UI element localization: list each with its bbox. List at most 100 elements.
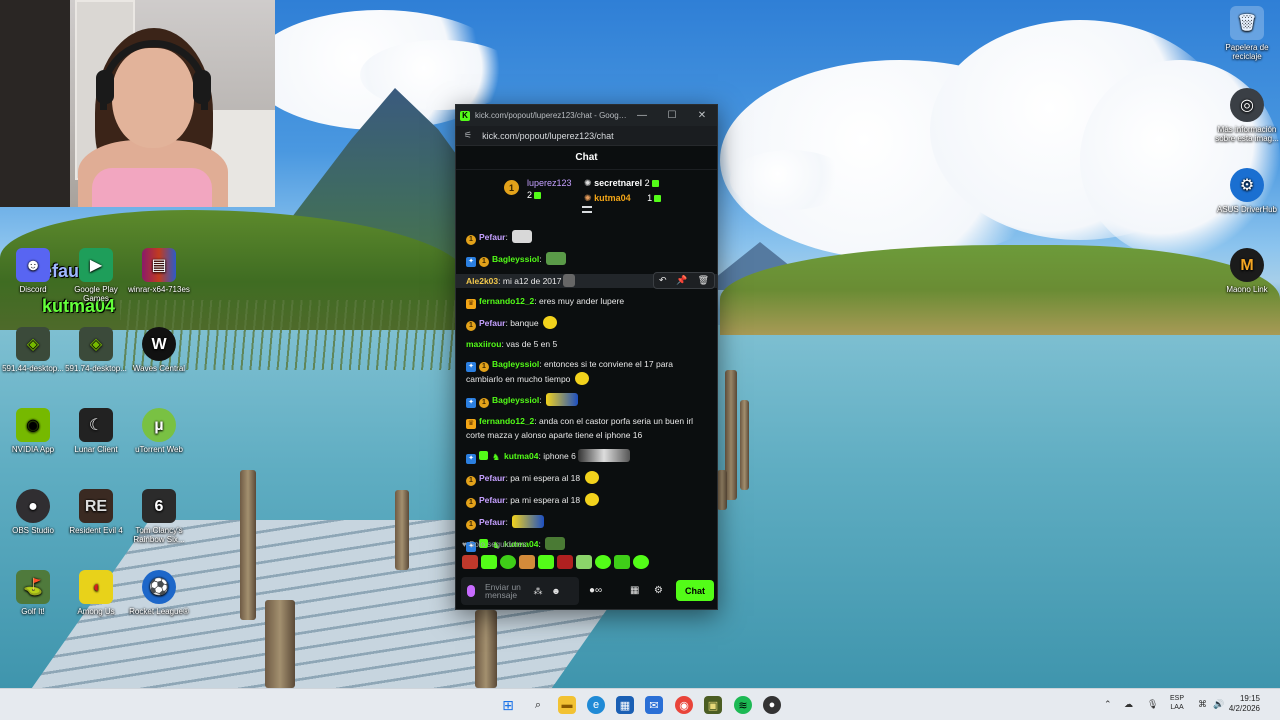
emote-icon	[512, 515, 545, 528]
emote-icon[interactable]	[557, 555, 573, 569]
chat-input[interactable]: Enviar un mensaje ⁂ ☻	[461, 577, 579, 605]
pin-icon[interactable]: 📌	[676, 274, 687, 287]
address-bar[interactable]: ⚟ kick.com/popout/luperez123/chat	[456, 126, 717, 146]
bot-icon: ✺	[584, 193, 592, 203]
emote-icon	[563, 274, 576, 287]
desktop-icon-lunar-client[interactable]: ☾ Lunar Client	[63, 408, 129, 454]
emote-icon[interactable]	[519, 555, 535, 569]
tray-mic-icon[interactable]: 🎙	[1147, 699, 1158, 710]
desktop-icon-nvidia-driver-2[interactable]: ◈ 591.74-desktop...	[63, 327, 129, 373]
emote-icon[interactable]	[595, 555, 611, 569]
sub-badge-icon: 1	[466, 520, 476, 530]
edge-icon[interactable]: e	[587, 696, 605, 714]
chat-input-bar: Enviar un mensaje ⁂ ☻ ●∞ ▦ ⚙ Chat	[456, 575, 717, 607]
desktop-icon-learn-more[interactable]: ◎ Más información sobre esta imag...	[1214, 88, 1280, 143]
maximize-icon[interactable]: ☐	[657, 110, 687, 121]
verified-badge-icon: ✦	[466, 257, 476, 267]
chat-popout-window[interactable]: K kick.com/popout/luperez123/chat - Goog…	[455, 104, 718, 610]
desktop-icon-nvidia-driver-1[interactable]: ◈ 591.44-desktop...	[0, 327, 66, 373]
reply-icon[interactable]: ↶	[659, 274, 667, 287]
desktop-icon-winrar[interactable]: ▤ winrar-x64-713es	[126, 248, 192, 294]
desktop-icon-google-play-games[interactable]: ▶ Google Play Games	[63, 248, 129, 303]
desktop-icon-maono-link[interactable]: M Maono Link	[1214, 248, 1280, 294]
emote-icon[interactable]	[538, 555, 554, 569]
gift-leaderboard: 1 luperez123 2 ✺ secretnarel 2 ✺ kutma04…	[456, 170, 717, 214]
emoji-icon[interactable]: ☻	[547, 586, 565, 596]
winrar-icon: ▤	[142, 248, 176, 282]
message-actions: ↶ 📌 🗑	[653, 272, 715, 289]
desktop-icon-nvidia-app[interactable]: ◉ NVIDIA App	[0, 408, 66, 454]
rank-badge-icon: 1	[504, 180, 519, 195]
desktop-icon-rainbow-six[interactable]: 6 Tom Clancy's Rainbow Six...	[126, 489, 192, 544]
resident-evil-icon: RE	[79, 489, 113, 523]
emote-icon	[574, 372, 589, 385]
google-play-games-icon: ▶	[79, 248, 113, 282]
chrome-icon[interactable]: ◉	[675, 696, 693, 714]
language-indicator[interactable]: ESP LAA	[1170, 694, 1184, 712]
chat-message: ♛ fernando12_2: eres muy ander lupere	[466, 296, 625, 309]
leader-name: luperez123	[527, 178, 572, 188]
desktop-icon-waves-central[interactable]: W Waves Central	[126, 327, 192, 373]
emote-icon[interactable]	[633, 555, 649, 569]
outlook-icon[interactable]: ✉	[645, 696, 663, 714]
leader-1[interactable]: 1	[504, 180, 519, 195]
gift-icon	[654, 195, 662, 203]
close-icon[interactable]: ✕	[687, 110, 717, 121]
search-icon[interactable]: ⌕	[529, 696, 547, 714]
tray-cloud-icon[interactable]: ☁	[1124, 699, 1133, 710]
network-icon[interactable]: ⌘	[1198, 699, 1207, 710]
clock[interactable]: 19:15 4/2/2026	[1229, 694, 1260, 714]
store-app-icon[interactable]: ▦	[616, 696, 634, 714]
expand-handle-icon[interactable]	[582, 206, 592, 213]
tray-expand-icon[interactable]: ⌃	[1104, 699, 1112, 710]
mic-icon[interactable]	[467, 585, 475, 597]
spotify-icon[interactable]: ≋	[734, 696, 752, 714]
emote-icon[interactable]	[462, 555, 478, 569]
leader-3-info[interactable]: ✺ kutma04 1	[584, 192, 662, 204]
nvidia-installer-icon: ◈	[79, 327, 113, 361]
emote-icon[interactable]	[576, 555, 592, 569]
send-chat-button[interactable]: Chat	[676, 580, 714, 601]
chat-message: 1 Pefaur: banque	[466, 316, 711, 331]
desktop-icon-obs[interactable]: ● OBS Studio	[0, 489, 66, 535]
verified-badge-icon: ✦	[466, 362, 476, 372]
window-titlebar[interactable]: K kick.com/popout/luperez123/chat - Goog…	[456, 105, 717, 126]
site-settings-icon[interactable]: ⚟	[464, 130, 472, 141]
desktop-icon-resident-evil[interactable]: RE Resident Evil 4	[63, 489, 129, 535]
settings-icon[interactable]: ⚙	[654, 585, 663, 596]
file-explorer-icon[interactable]: ▬	[558, 696, 576, 714]
points-icon[interactable]: ●∞	[589, 585, 602, 596]
store-icon[interactable]: ▦	[630, 585, 639, 596]
chat-message: 1 Pefaur:	[466, 230, 711, 245]
chat-message: ✦ 1 Bagleyssiol:	[466, 252, 711, 267]
window-title: kick.com/popout/luperez123/chat - Googl.…	[475, 111, 627, 120]
bot-badge-icon: ♞	[491, 452, 501, 462]
webcam-overlay	[0, 0, 275, 207]
gift-badge-icon	[479, 451, 488, 460]
bot-icon: ✺	[584, 178, 592, 188]
obs-taskbar-icon[interactable]: ●	[763, 696, 781, 714]
leader-2-info[interactable]: ✺ secretnarel 2	[584, 177, 659, 189]
chat-message: ✦ 1 Bagleyssiol: entonces si te conviene e…	[466, 359, 673, 385]
among-us-icon: ◖	[79, 570, 113, 604]
emote-icon[interactable]	[500, 555, 516, 569]
desktop-icon-rocket-league[interactable]: ⚽ Rocket League®	[126, 570, 192, 616]
desktop-icon-utorrent[interactable]: µ uTorrent Web	[126, 408, 192, 454]
delete-icon[interactable]: 🗑	[698, 274, 709, 287]
emote-quickbar	[462, 555, 649, 569]
translate-icon[interactable]: ⁂	[529, 586, 547, 597]
desktop-icon-asus-driverhub[interactable]: ⚙ ASUS DriverHub	[1214, 168, 1280, 214]
start-windows-icon[interactable]: ⊞	[499, 696, 517, 714]
desktop-icon-discord[interactable]: ☻ Discord	[0, 248, 66, 294]
volume-icon[interactable]: 🔊	[1213, 699, 1224, 710]
leader-1-info: luperez123 2	[527, 177, 572, 201]
game-icon[interactable]: ▣	[704, 696, 722, 714]
emote-icon[interactable]	[481, 555, 497, 569]
desktop-icon-recycle-bin[interactable]: 🗑 Papelera de reciclaje	[1214, 6, 1280, 61]
desktop-icon-among-us[interactable]: ◖ Among Us	[63, 570, 129, 616]
desktop-icon-golf-it[interactable]: ⛳ Golf It!	[0, 570, 66, 616]
emote-icon[interactable]	[614, 555, 630, 569]
chat-messages[interactable]: 1 Pefaur: ✦ 1 Bagleyssiol: Ale2k03: mi a12 …	[456, 230, 717, 552]
discord-icon: ☻	[16, 248, 50, 282]
minimize-icon[interactable]: —	[627, 110, 657, 121]
